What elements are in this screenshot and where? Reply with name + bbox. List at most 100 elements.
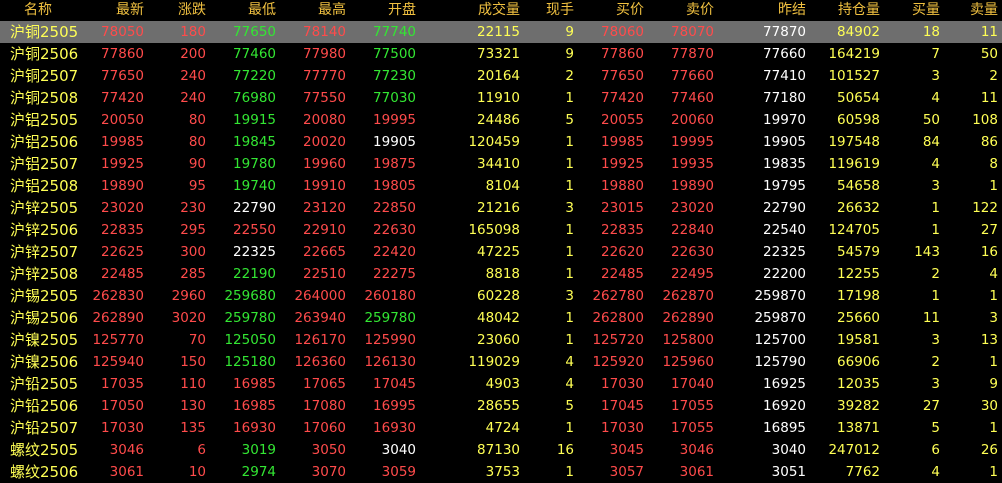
- contract-name: 沪锌2506: [10, 221, 79, 239]
- column-header-latest[interactable]: 最新: [80, 0, 148, 21]
- bid-volume: 18: [884, 21, 944, 43]
- bid-price: 22485: [601, 266, 644, 282]
- table-row[interactable]: 沪锡2506 262890 3020 259780 263940 259780 48042 1…: [0, 307, 1002, 329]
- high-price: 17065: [303, 376, 346, 392]
- price-change: 90: [188, 156, 206, 172]
- column-header-low[interactable]: 最低: [210, 0, 280, 21]
- table-row[interactable]: 沪锌2505 23020 230 22790 23120 22850 21216 3 23015…: [0, 197, 1002, 219]
- ask-volume: 11: [944, 21, 1002, 43]
- open-interest: 119619: [828, 156, 880, 172]
- high-price: 22510: [303, 266, 346, 282]
- bid-price: 22620: [601, 244, 644, 260]
- table-row[interactable]: 沪铜2505 78050 180 77650 78140 77740 22115 9 78060…: [0, 21, 1002, 43]
- contract-name: 螺纹2506: [10, 463, 79, 481]
- latest-price: 3046: [109, 442, 144, 458]
- high-price: 264000: [294, 288, 346, 304]
- column-header-volume[interactable]: 成交量: [420, 0, 524, 21]
- bid-volume: 3: [931, 376, 940, 392]
- open-price: 125990: [364, 332, 416, 348]
- bid-price: 77860: [601, 46, 644, 62]
- current-hand: 1: [565, 90, 574, 106]
- current-hand: 1: [565, 310, 574, 326]
- table-row[interactable]: 螺纹2506 3061 10 2974 3070 3059 3753 1 3057 3061 305…: [0, 461, 1002, 483]
- current-hand: 4: [565, 376, 574, 392]
- bid-volume: 4: [931, 464, 940, 480]
- table-row[interactable]: 沪铅2507 17030 135 16930 17060 16930 4724 1 17030 1…: [0, 417, 1002, 439]
- ask-volume: 86: [980, 134, 998, 150]
- spacer: [718, 307, 728, 329]
- ask-price: 22495: [671, 266, 714, 282]
- column-header-name[interactable]: 名称: [0, 0, 80, 21]
- table-row[interactable]: 沪锌2507 22625 300 22325 22665 22420 47225 1 22620…: [0, 241, 1002, 263]
- ask-volume: 27: [980, 222, 998, 238]
- ask-price: 3046: [679, 442, 714, 458]
- price-change: 6: [197, 442, 206, 458]
- table-row[interactable]: 沪铜2507 77650 240 77220 77770 77230 20164 2 77650…: [0, 65, 1002, 87]
- open-price: 77740: [350, 21, 420, 43]
- column-header-open[interactable]: 开盘: [350, 0, 420, 21]
- column-header-change[interactable]: 涨跌: [148, 0, 210, 21]
- column-header-bid[interactable]: 买价: [578, 0, 648, 21]
- column-header-bid-volume[interactable]: 买量: [884, 0, 944, 21]
- ask-volume: 1: [989, 354, 998, 370]
- current-hand: 5: [565, 112, 574, 128]
- column-header-ask[interactable]: 卖价: [648, 0, 718, 21]
- ask-volume: 11: [980, 90, 998, 106]
- open-interest: 13871: [837, 420, 880, 436]
- bid-volume: 3: [931, 178, 940, 194]
- table-row[interactable]: 螺纹2505 3046 6 3019 3050 3040 87130 16 3045 3046 30…: [0, 439, 1002, 461]
- table-row[interactable]: 沪铝2506 19985 80 19845 20020 19905 120459 1 19985…: [0, 131, 1002, 153]
- low-price: 125050: [224, 332, 276, 348]
- open-price: 77230: [373, 68, 416, 84]
- table-row[interactable]: 沪锌2506 22835 295 22550 22910 22630 165098 1 2283…: [0, 219, 1002, 241]
- bid-volume: 7: [931, 46, 940, 62]
- prev-settle: 125790: [754, 354, 806, 370]
- current-hand: 1: [565, 464, 574, 480]
- price-change: 295: [180, 222, 206, 238]
- open-price: 16995: [373, 398, 416, 414]
- ask-volume: 4: [989, 266, 998, 282]
- low-price: 77650: [210, 21, 280, 43]
- spacer: [718, 109, 728, 131]
- ask-volume: 1: [989, 288, 998, 304]
- column-header-high[interactable]: 最高: [280, 0, 350, 21]
- column-header-prev-settle[interactable]: 昨结: [728, 0, 810, 21]
- table-row[interactable]: 沪铜2506 77860 200 77460 77980 77500 73321 9 77860…: [0, 43, 1002, 65]
- open-interest: 84902: [810, 21, 884, 43]
- table-row[interactable]: 沪铅2506 17050 130 16985 17080 16995 28655 5 17045…: [0, 395, 1002, 417]
- column-header-current-hand[interactable]: 现手: [524, 0, 578, 21]
- prev-settle: 22540: [763, 222, 806, 238]
- price-change: 230: [180, 200, 206, 216]
- table-row[interactable]: 沪锡2505 262830 2960 259680 264000 260180 60228 3…: [0, 285, 1002, 307]
- prev-settle: 259870: [754, 310, 806, 326]
- current-hand: 1: [565, 332, 574, 348]
- ask-volume: 8: [989, 156, 998, 172]
- price-change: 135: [180, 420, 206, 436]
- column-header-ask-volume[interactable]: 卖量: [944, 0, 1002, 21]
- table-row[interactable]: 沪镍2505 125770 70 125050 126170 125990 23060 1 12…: [0, 329, 1002, 351]
- prev-settle: 16920: [763, 398, 806, 414]
- bid-price: 17030: [601, 420, 644, 436]
- spacer: [718, 43, 728, 65]
- volume: 3753: [485, 464, 520, 480]
- ask-price: 77660: [671, 68, 714, 84]
- latest-price: 17050: [101, 398, 144, 414]
- table-row[interactable]: 沪铅2505 17035 110 16985 17065 17045 4903 4 17030 1…: [0, 373, 1002, 395]
- ask-price: 19935: [671, 156, 714, 172]
- latest-price: 262890: [92, 310, 144, 326]
- bid-volume: 2: [931, 354, 940, 370]
- column-header-open-interest[interactable]: 持仓量: [810, 0, 884, 21]
- table-row[interactable]: 沪锌2508 22485 285 22190 22510 22275 8818 1 22485 2…: [0, 263, 1002, 285]
- spacer: [718, 21, 728, 43]
- table-row[interactable]: 沪铜2508 77420 240 76980 77550 77030 11910 1 77420…: [0, 87, 1002, 109]
- table-row[interactable]: 沪铝2505 20050 80 19915 20080 19995 24486 5 20055 2…: [0, 109, 1002, 131]
- bid-volume: 143: [914, 244, 940, 260]
- table-row[interactable]: 沪铝2507 19925 90 19780 19960 19875 34410 1 19925 1…: [0, 153, 1002, 175]
- high-price: 20080: [303, 112, 346, 128]
- ask-volume: 108: [972, 112, 998, 128]
- table-row[interactable]: 沪镍2506 125940 150 125180 126360 126130 119029 4…: [0, 351, 1002, 373]
- current-hand: 1: [565, 244, 574, 260]
- bid-price: 125920: [592, 354, 644, 370]
- table-row[interactable]: 沪铝2508 19890 95 19740 19910 19805 8104 1 19880 19…: [0, 175, 1002, 197]
- contract-name: 沪铅2505: [10, 375, 79, 393]
